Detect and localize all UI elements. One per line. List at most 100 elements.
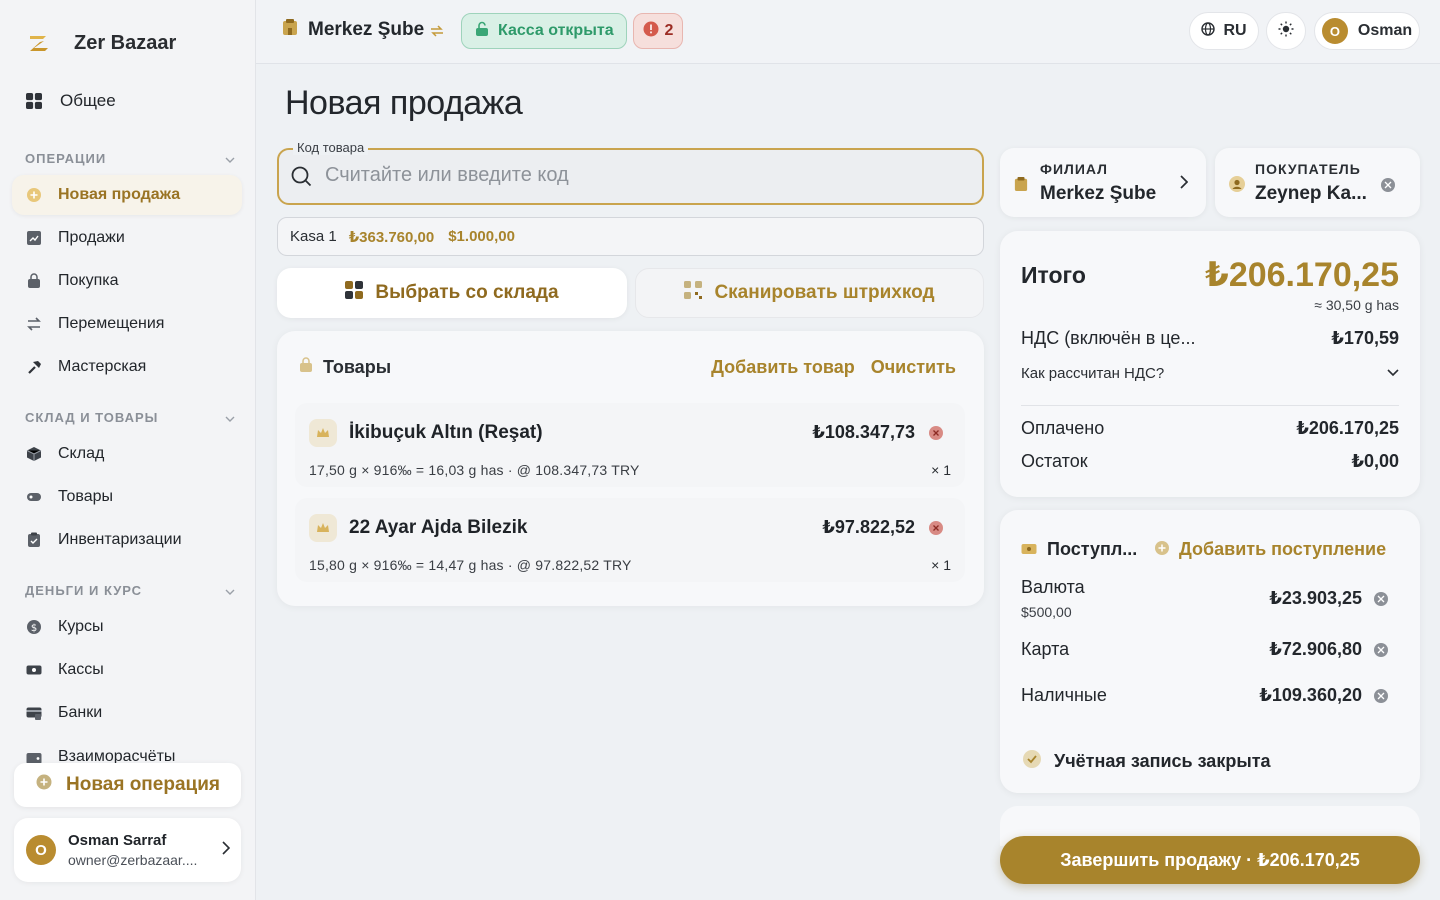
user-menu-button[interactable]: O Osman xyxy=(1314,12,1420,50)
kasa-balance-row[interactable]: Kasa 1 ₺363.760,00 $1.000,00 xyxy=(277,217,984,256)
sidebar-item-purchase[interactable]: Покупка xyxy=(12,261,242,301)
sidebar-item-banks[interactable]: Банки xyxy=(12,693,242,733)
clear-customer-button[interactable] xyxy=(1381,176,1395,194)
product-price: ₺108.347,73 xyxy=(812,422,915,442)
select-from-stock-button[interactable]: Выбрать со склада xyxy=(277,268,627,318)
customer-value: Zeynep Ka... xyxy=(1255,183,1367,204)
alerts-badge[interactable]: 2 xyxy=(633,13,683,49)
switch-branch-button[interactable] xyxy=(422,17,452,47)
crown-icon xyxy=(309,514,337,542)
finish-sale-button[interactable]: Завершить продажу · ₺206.170,25 xyxy=(1000,836,1420,884)
product-calculation: 17,50 g × 916‰ = 16,03 g has · @ 108.347… xyxy=(309,462,640,478)
sidebar-item-label: Инвентаризации xyxy=(58,531,182,548)
product-code-input[interactable] xyxy=(325,164,965,187)
payments-header: Поступл... xyxy=(1021,539,1137,560)
account-closed-status: Учётная запись закрыта xyxy=(1022,749,1271,774)
section-title: ДЕНЬГИ И КУРС xyxy=(25,583,143,598)
sidebar-item-warehouse[interactable]: Склад xyxy=(12,434,242,474)
payment-value: ₺23.903,25 xyxy=(1269,588,1362,608)
dollar-circle-icon: $ xyxy=(26,619,42,635)
zer-bazaar-logo-icon xyxy=(26,30,52,56)
product-name: 22 Ayar Ajda Bilezik xyxy=(349,517,528,538)
shopping-bag-icon xyxy=(26,273,42,289)
section-header-stock[interactable]: СКЛАД И ТОВАРЫ xyxy=(25,410,235,425)
add-product-button[interactable]: Добавить товар xyxy=(711,357,855,378)
kassa-status-text: Касса открыта xyxy=(498,22,614,39)
scan-barcode-button[interactable]: Сканировать штрихкод xyxy=(635,268,984,318)
goods-header: Товары xyxy=(299,357,391,378)
sidebar-item-goods[interactable]: Товары xyxy=(12,477,242,517)
sidebar-item-new-sale[interactable]: Новая продажа xyxy=(12,175,242,215)
remove-item-button[interactable] xyxy=(929,521,943,540)
remove-item-button[interactable] xyxy=(929,426,943,445)
plus-circle-icon xyxy=(26,187,42,203)
chevron-down-icon xyxy=(225,410,235,425)
sidebar-item-rates[interactable]: $ Курсы xyxy=(12,607,242,647)
sidebar-item-inventory[interactable]: Инвентаризации xyxy=(12,520,242,560)
sidebar-item-label: Новая продажа xyxy=(58,186,181,203)
clear-products-button[interactable]: Очистить xyxy=(871,357,956,378)
alerts-count: 2 xyxy=(664,22,674,39)
chevron-down-icon xyxy=(1387,364,1399,382)
shopping-bag-icon xyxy=(299,357,313,378)
chevron-down-icon xyxy=(225,583,235,598)
sidebar-item-overview[interactable]: Общее xyxy=(12,81,242,121)
payment-row-card[interactable]: Карта ₺72.906,80 xyxy=(1021,639,1388,660)
remove-payment-button[interactable] xyxy=(1374,688,1388,703)
sidebar-item-cashboxes[interactable]: Кассы xyxy=(12,650,242,690)
product-quantity: × 1 xyxy=(931,557,951,573)
user-profile-card[interactable]: O Osman Sarraf owner@zerbazaar.... xyxy=(14,818,241,882)
chevron-down-icon xyxy=(225,151,235,166)
payment-value: ₺72.906,80 xyxy=(1269,639,1362,659)
kassa-status-badge[interactable]: Касса открыта xyxy=(461,13,627,49)
payment-name: Карта xyxy=(1021,639,1070,659)
store-icon xyxy=(1014,176,1028,197)
unlock-icon xyxy=(474,21,490,42)
section-title: СКЛАД И ТОВАРЫ xyxy=(25,410,159,425)
user-icon xyxy=(1229,176,1245,197)
divider xyxy=(1021,405,1399,406)
grid-icon xyxy=(345,281,364,305)
sidebar-item-transfers[interactable]: Перемещения xyxy=(12,304,242,344)
branch-select-card[interactable]: ФИЛИАЛ Merkez Şube xyxy=(1000,148,1206,217)
new-operation-label: Новая операция xyxy=(66,774,220,795)
hammer-icon xyxy=(26,359,42,375)
globe-icon xyxy=(1201,21,1216,41)
plus-circle-icon xyxy=(36,774,52,796)
kasa-balance-try: ₺363.760,00 xyxy=(348,228,435,246)
product-code-field[interactable]: Код товара xyxy=(277,140,984,205)
current-branch[interactable]: Merkez Şube xyxy=(282,18,424,42)
add-payment-button[interactable]: Добавить поступление xyxy=(1155,539,1386,560)
payment-row-currency[interactable]: Валюта $500,00 ₺23.903,25 xyxy=(1021,577,1388,620)
sidebar-item-workshop[interactable]: Мастерская xyxy=(12,347,242,387)
section-header-money[interactable]: ДЕНЬГИ И КУРС xyxy=(25,583,235,598)
payment-name: Наличные xyxy=(1021,685,1107,705)
customer-label: ПОКУПАТЕЛЬ xyxy=(1255,161,1361,177)
language-switcher[interactable]: RU xyxy=(1189,12,1259,50)
crown-icon xyxy=(309,419,337,447)
customer-select-card[interactable]: ПОКУПАТЕЛЬ Zeynep Ka... xyxy=(1215,148,1420,217)
search-icon xyxy=(291,166,313,193)
remove-payment-button[interactable] xyxy=(1374,591,1388,606)
plus-circle-icon xyxy=(1155,539,1169,560)
list-item[interactable]: 22 Ayar Ajda Bilezik ₺97.822,52 15,80 g … xyxy=(295,498,965,582)
remove-payment-button[interactable] xyxy=(1374,642,1388,657)
brand[interactable]: Zer Bazaar xyxy=(26,30,176,56)
sidebar-item-label: Продажи xyxy=(58,229,125,246)
paid-value: ₺206.170,25 xyxy=(1296,418,1399,438)
sidebar-item-label: Покупка xyxy=(58,272,119,289)
page-title: Новая продажа xyxy=(285,84,523,122)
theme-toggle-button[interactable] xyxy=(1266,12,1306,50)
payment-row-cash[interactable]: Наличные ₺109.360,20 xyxy=(1021,685,1388,706)
sidebar-item-label: Кассы xyxy=(58,661,104,678)
new-operation-button[interactable]: Новая операция xyxy=(14,763,241,807)
product-code-label: Код товара xyxy=(293,140,369,155)
section-header-operations[interactable]: ОПЕРАЦИИ xyxy=(25,151,235,166)
section-title: ОПЕРАЦИИ xyxy=(25,151,107,166)
list-item[interactable]: İkibuçuk Altın (Reşat) ₺108.347,73 17,50… xyxy=(295,403,965,487)
user-email: owner@zerbazaar.... xyxy=(68,852,198,868)
vat-explanation-toggle[interactable]: Как рассчитан НДС? xyxy=(1021,364,1399,382)
sidebar-item-sales[interactable]: Продажи xyxy=(12,218,242,258)
store-icon xyxy=(282,18,298,42)
vat-how-label: Как рассчитан НДС? xyxy=(1021,364,1165,382)
